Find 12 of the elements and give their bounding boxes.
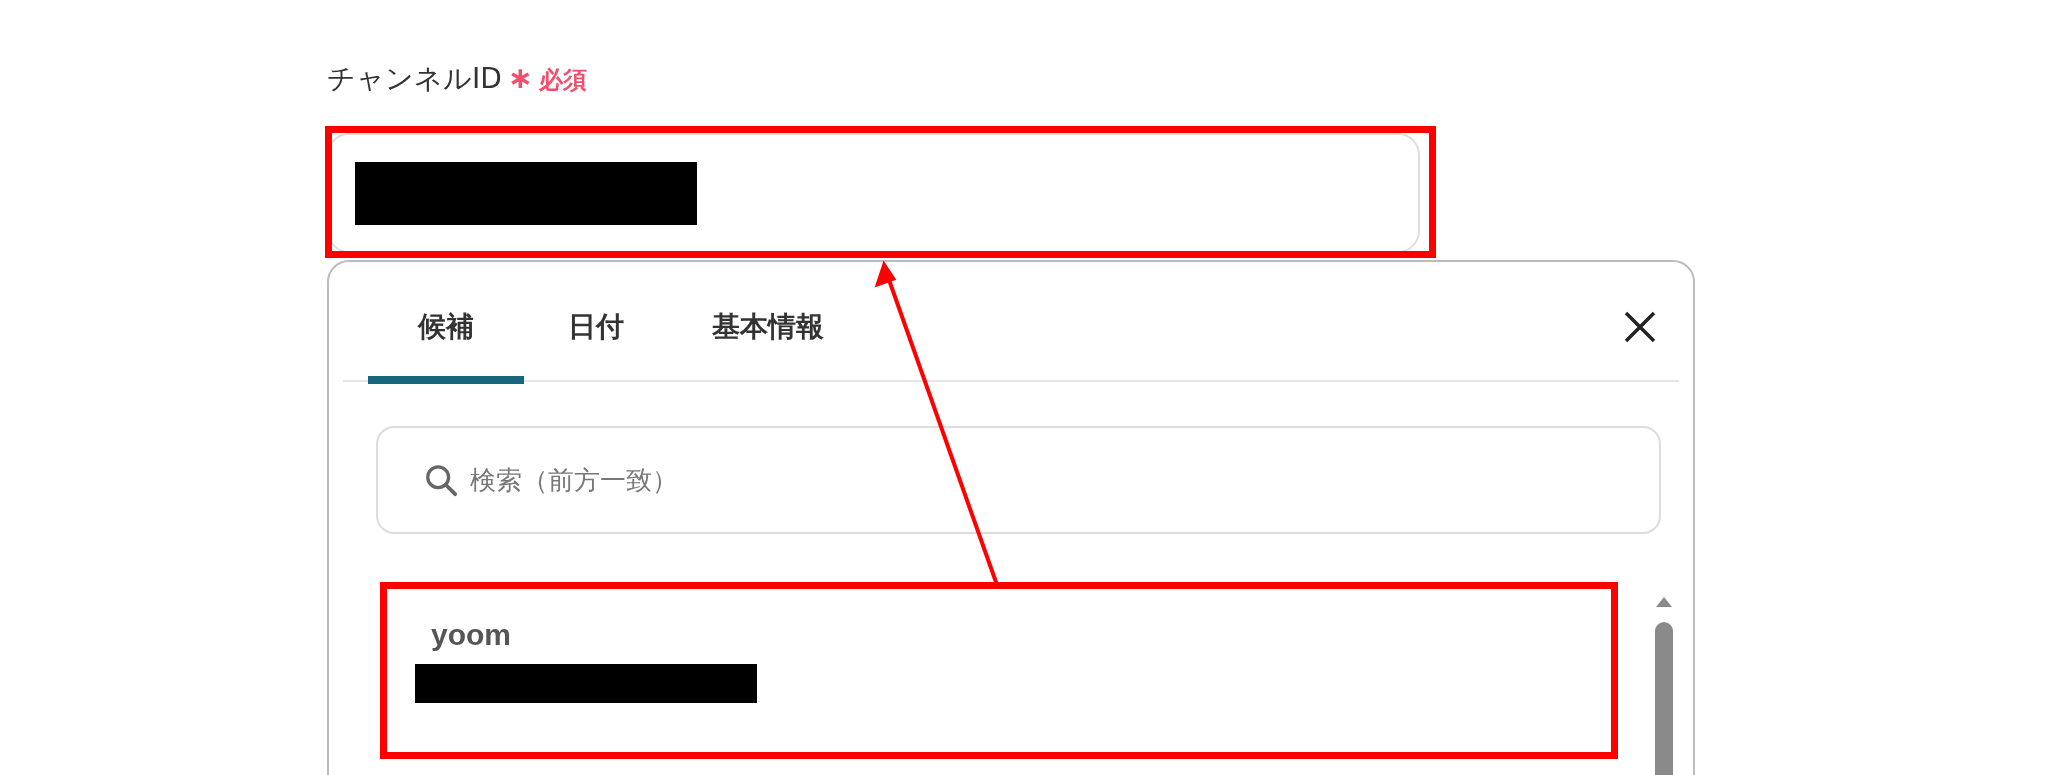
scroll-up-icon <box>1655 596 1673 608</box>
scroll-thumb[interactable] <box>1655 622 1673 775</box>
required-mark: ∗ <box>507 60 533 95</box>
tab[interactable]: 基本情報 <box>668 262 868 384</box>
tab[interactable]: 候補 <box>368 262 524 384</box>
required-label: 必須 <box>538 65 587 96</box>
search-icon <box>424 463 458 497</box>
field-label: チャンネルID <box>327 61 502 97</box>
search-field[interactable]: 検索（前方一致） <box>376 426 1661 534</box>
tab[interactable]: 日付 <box>524 262 668 384</box>
close-icon[interactable] <box>1623 310 1657 344</box>
list-item[interactable]: yoom <box>391 578 1613 750</box>
